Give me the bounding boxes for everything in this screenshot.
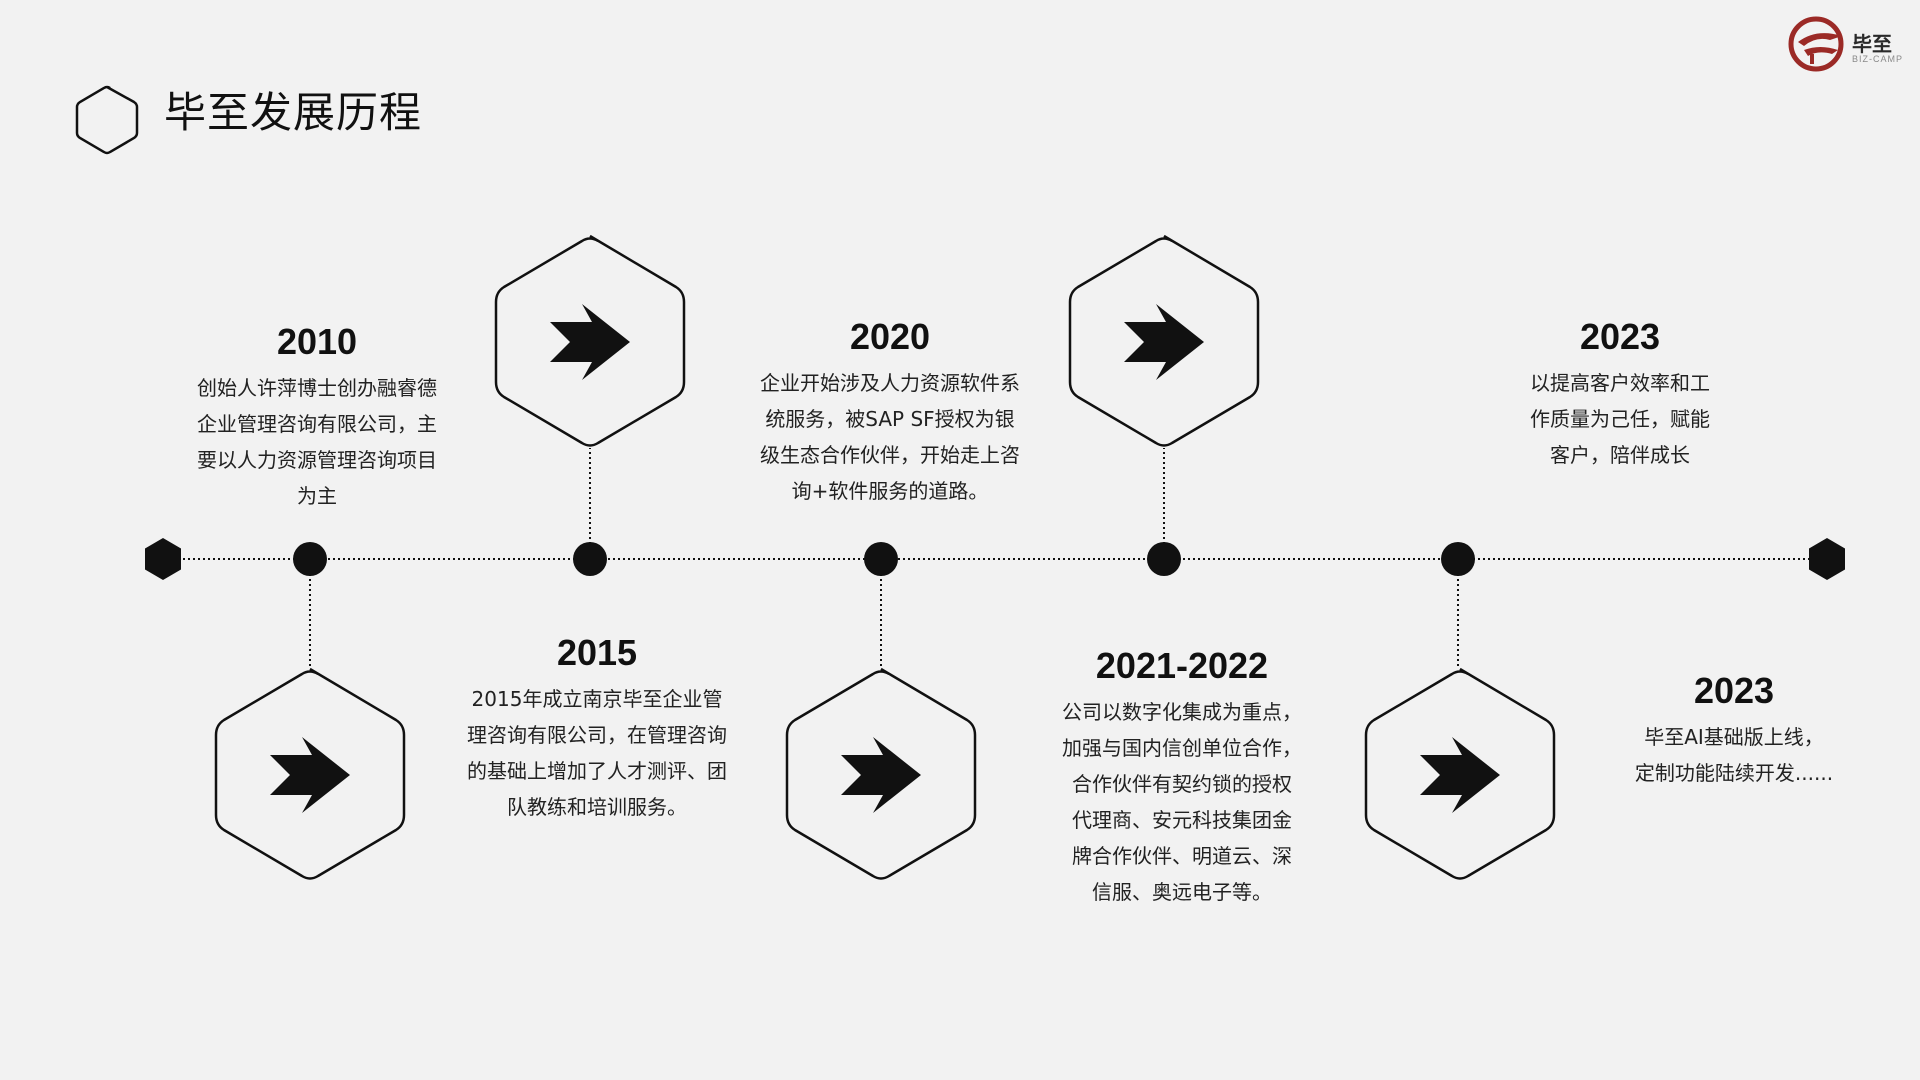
event-desc-line: 的基础上增加了人才测评、团 [467,759,727,783]
event-desc-line: 毕至AI基础版上线， [1644,725,1824,749]
arrow-right-icon [1124,304,1204,380]
timeline-graphic [145,234,1845,880]
event-year: 2010 [276,321,358,362]
hexagon-arrow-4 [1068,234,1260,447]
event-desc-line: 企业开始涉及人力资源软件系 [760,371,1020,395]
timeline-event-2023-a: 2023 以提高客户效率和工 作质量为己任，赋能 客户，陪伴成长 [1480,315,1760,473]
event-desc-line: 统服务，被SAP SF授权为银 [765,407,1015,431]
event-desc-line: 定制功能陆续开发...... [1634,761,1834,785]
milestone-dot-2015 [573,542,607,576]
logo-mark-icon [1788,16,1844,72]
event-desc-line: 理咨询有限公司，在管理咨询 [467,723,727,747]
event-desc-line: 牌合作伙伴、明道云、深 [1072,844,1292,868]
arrow-right-icon [550,304,630,380]
event-desc-line: 级生态合作伙伴，开始走上咨 [760,443,1020,467]
hexagon-arrow-2 [494,234,686,447]
event-desc-line: 要以人力资源管理咨询项目 [197,448,437,472]
event-desc-line: 队教练和培训服务。 [507,795,687,819]
event-desc-line: 作质量为己任，赋能 [1530,407,1710,431]
timeline-end-cap [1809,538,1845,580]
event-desc-line: 加强与国内信创单位合作， [1062,736,1302,760]
event-description: 公司以数字化集成为重点， 加强与国内信创单位合作， 合作伙伴有契约锁的授权 代理… [1057,694,1307,910]
event-desc-line: 以提高客户效率和工 [1530,371,1710,395]
timeline-event-2020: 2020 企业开始涉及人力资源软件系 统服务，被SAP SF授权为银 级生态合作… [750,315,1030,509]
milestone-dot-2010 [293,542,327,576]
event-description: 毕至AI基础版上线， 定制功能陆续开发...... [1609,719,1859,791]
event-description: 创始人许萍博士创办融睿德 企业管理咨询有限公司，主 要以人力资源管理咨询项目 为… [192,370,442,514]
hexagon-arrow-3 [785,667,977,880]
event-desc-line: 信服、奥远电子等。 [1092,880,1272,904]
hexagon-arrow-1 [214,667,406,880]
timeline-event-2010: 2010 创始人许萍博士创办融睿德 企业管理咨询有限公司，主 要以人力资源管理咨… [177,320,457,514]
logo-name-cn: 毕至 [1852,32,1892,56]
event-year: 2021-2022 [1095,645,1269,686]
event-year: 2020 [849,316,931,357]
hexagon-arrow-5 [1364,667,1556,880]
timeline-event-2023-b: 2023 毕至AI基础版上线， 定制功能陆续开发...... [1594,669,1874,791]
arrow-right-icon [270,737,350,813]
event-description: 以提高客户效率和工 作质量为己任，赋能 客户，陪伴成长 [1515,365,1725,473]
timeline-start-cap [145,538,181,580]
event-desc-line: 创始人许萍博士创办融睿德 [197,376,437,400]
event-desc-line: 为主 [297,484,337,508]
event-desc-line: 客户，陪伴成长 [1550,443,1690,467]
event-desc-line: 合作伙伴有契约锁的授权 [1072,772,1292,796]
timeline-event-2021-2022: 2021-2022 公司以数字化集成为重点， 加强与国内信创单位合作， 合作伙伴… [1042,644,1322,910]
logo-name-en: BIZ-CAMP [1852,54,1904,64]
milestone-dot-2023 [1441,542,1475,576]
event-desc-line: 2015年成立南京毕至企业管 [471,687,723,711]
hexagon-outline-icon [75,85,139,155]
event-desc-line: 询+软件服务的道路。 [791,479,989,503]
milestone-dot-2020 [864,542,898,576]
event-year: 2015 [556,632,638,673]
event-desc-line: 代理商、安元科技集团金 [1072,808,1292,832]
company-logo: 毕至 BIZ-CAMP [1786,14,1906,74]
arrow-right-icon [1420,737,1500,813]
event-year: 2023 [1579,316,1661,357]
event-desc-line: 公司以数字化集成为重点， [1062,700,1302,724]
event-year: 2023 [1693,670,1775,711]
event-desc-line: 企业管理咨询有限公司，主 [197,412,437,436]
arrow-right-icon [841,737,921,813]
event-description: 企业开始涉及人力资源软件系 统服务，被SAP SF授权为银 级生态合作伙伴，开始… [755,365,1025,509]
page-title: 毕至发展历程 [164,88,423,137]
timeline-event-2015: 2015 2015年成立南京毕至企业管 理咨询有限公司，在管理咨询 的基础上增加… [457,631,737,825]
milestone-dot-2021 [1147,542,1181,576]
event-description: 2015年成立南京毕至企业管 理咨询有限公司，在管理咨询 的基础上增加了人才测评… [462,681,732,825]
